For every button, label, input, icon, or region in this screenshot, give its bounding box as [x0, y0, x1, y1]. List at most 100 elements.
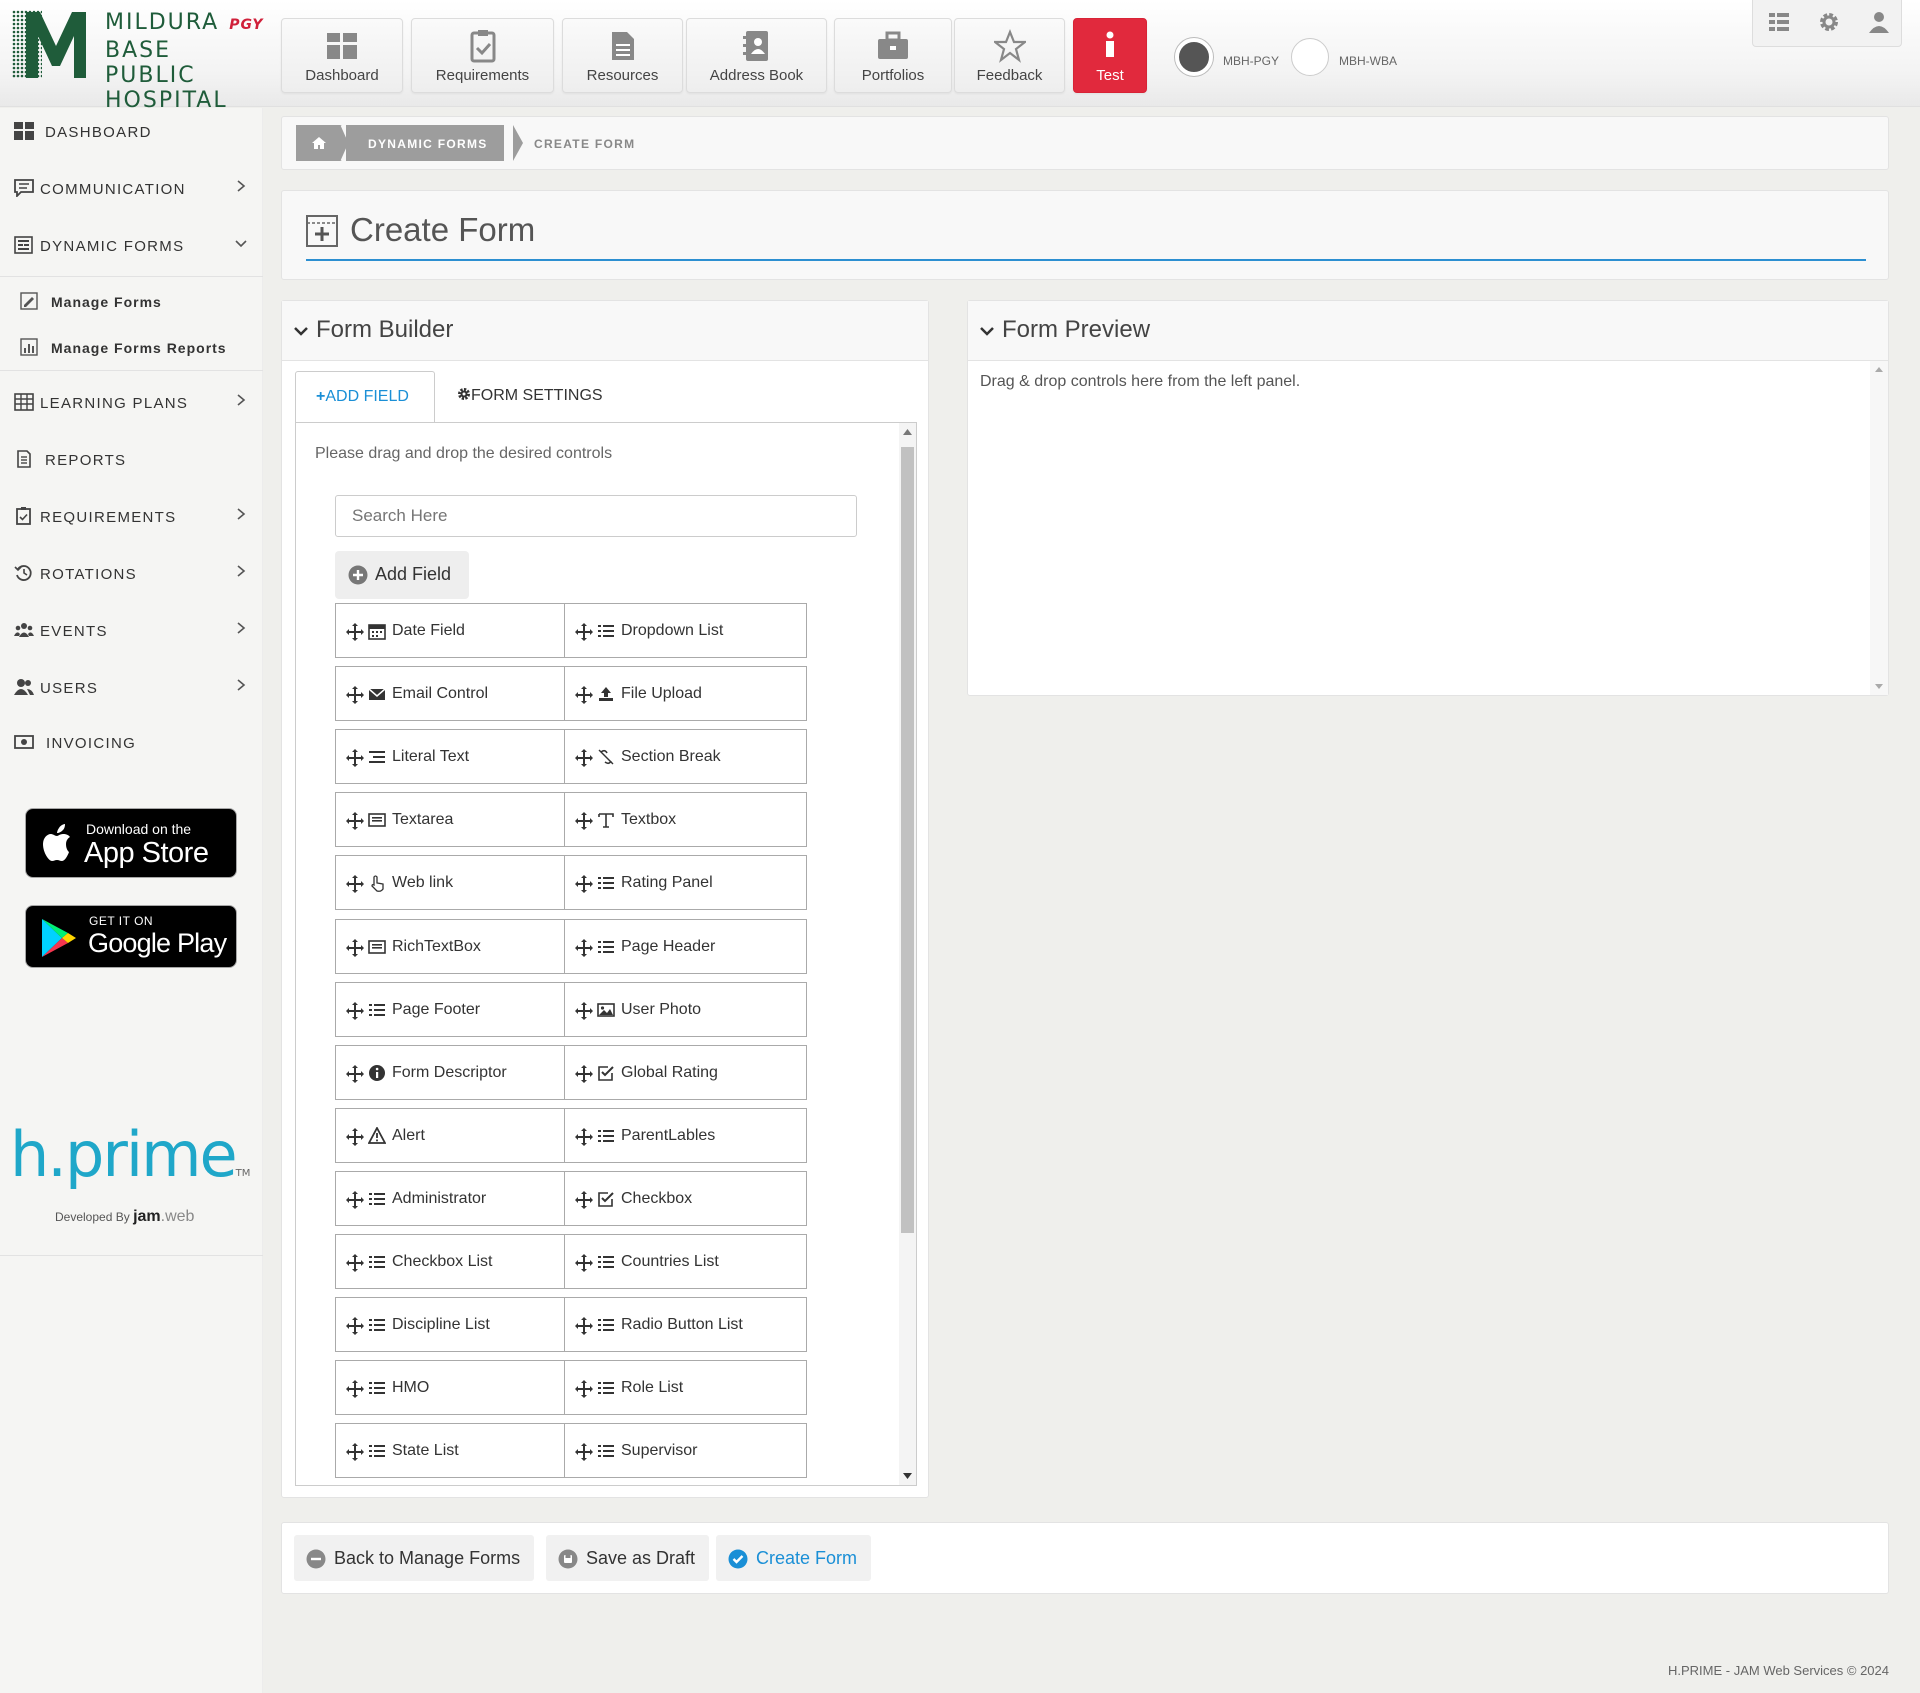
move-icon[interactable]: [574, 1064, 594, 1084]
control-page-header[interactable]: Page Header: [564, 919, 807, 974]
nav-feedback[interactable]: Feedback: [954, 18, 1065, 93]
breadcrumb-dynamic-forms[interactable]: DYNAMIC FORMS: [346, 125, 504, 161]
control-textbox[interactable]: Textbox: [564, 792, 807, 847]
control-search-input[interactable]: [335, 495, 857, 537]
control-global-rating[interactable]: Global Rating: [564, 1045, 807, 1100]
control-richtextbox[interactable]: RichTextBox: [335, 919, 578, 974]
instance-radio-mbh-pgy[interactable]: [1175, 38, 1213, 76]
control-radio-button-list[interactable]: Radio Button List: [564, 1297, 807, 1352]
control-rating-panel[interactable]: Rating Panel: [564, 855, 807, 910]
control-web-link[interactable]: Web link: [335, 855, 578, 910]
control-file-upload[interactable]: File Upload: [564, 666, 807, 721]
move-icon[interactable]: [345, 811, 365, 831]
control-textarea[interactable]: Textarea: [335, 792, 578, 847]
move-icon[interactable]: [574, 874, 594, 894]
save-as-draft-button[interactable]: Save as Draft: [546, 1535, 710, 1581]
move-icon[interactable]: [345, 1064, 365, 1084]
create-form-button[interactable]: Create Form: [716, 1535, 872, 1581]
control-checkbox-list[interactable]: Checkbox List: [335, 1234, 578, 1289]
nav-portfolios[interactable]: Portfolios: [834, 18, 952, 93]
move-icon[interactable]: [574, 1442, 594, 1462]
sidebar-item-requirements[interactable]: REQUIREMENTS: [0, 493, 263, 543]
move-icon[interactable]: [574, 938, 594, 958]
google-play-badge[interactable]: GET IT ON Google Play: [25, 905, 237, 968]
sidebar-item-invoicing[interactable]: INVOICING: [0, 719, 263, 769]
instance-radio-mbh-wba[interactable]: [1291, 38, 1329, 76]
move-icon[interactable]: [345, 1001, 365, 1021]
sidebar-subitem-manage-forms[interactable]: Manage Forms: [0, 280, 263, 324]
move-icon[interactable]: [574, 1127, 594, 1147]
control-administrator[interactable]: Administrator: [335, 1171, 578, 1226]
move-icon[interactable]: [574, 1190, 594, 1210]
control-checkbox[interactable]: Checkbox: [564, 1171, 807, 1226]
preview-drop-zone[interactable]: Drag & drop controls here from the left …: [980, 373, 1300, 391]
sidebar-item-dynamic-forms[interactable]: DYNAMIC FORMS: [0, 222, 263, 272]
form-builder-header[interactable]: Form Builder: [282, 301, 928, 361]
app-store-badge[interactable]: Download on the App Store: [25, 808, 237, 878]
control-role-list[interactable]: Role List: [564, 1360, 807, 1415]
move-icon[interactable]: [574, 1001, 594, 1021]
sidebar-item-learning-plans[interactable]: LEARNING PLANS: [0, 379, 263, 429]
move-icon[interactable]: [574, 1253, 594, 1273]
move-icon[interactable]: [574, 748, 594, 768]
move-icon[interactable]: [345, 1190, 365, 1210]
scrollbar-thumb[interactable]: [901, 447, 914, 1233]
control-user-photo[interactable]: User Photo: [564, 982, 807, 1037]
move-icon[interactable]: [574, 811, 594, 831]
move-icon[interactable]: [345, 1316, 365, 1336]
tab-add-field[interactable]: +ADD FIELD: [295, 371, 435, 423]
control-discipline-list[interactable]: Discipline List: [335, 1297, 578, 1352]
nav-dashboard[interactable]: Dashboard: [281, 18, 403, 93]
scroll-up-arrow[interactable]: [1875, 367, 1883, 372]
move-icon[interactable]: [574, 1316, 594, 1336]
move-icon[interactable]: [574, 1379, 594, 1399]
scroll-up-arrow[interactable]: [903, 429, 912, 435]
control-countries-list[interactable]: Countries List: [564, 1234, 807, 1289]
move-icon[interactable]: [574, 622, 594, 642]
tab-form-settings[interactable]: FORM SETTINGS: [457, 387, 603, 405]
sidebar-item-reports[interactable]: REPORTS: [0, 436, 263, 486]
user-icon[interactable]: [1867, 10, 1891, 34]
control-literal-text[interactable]: Literal Text: [335, 729, 578, 784]
scroll-down-arrow[interactable]: [1875, 684, 1883, 689]
list-layout-icon[interactable]: [1767, 10, 1791, 34]
sidebar-item-events[interactable]: EVENTS: [0, 607, 263, 657]
nav-requirements[interactable]: Requirements: [411, 18, 554, 93]
gear-icon[interactable]: [1817, 10, 1841, 34]
control-section-break[interactable]: Section Break: [564, 729, 807, 784]
control-supervisor[interactable]: Supervisor: [564, 1423, 807, 1478]
move-icon[interactable]: [574, 685, 594, 705]
breadcrumb-home[interactable]: [296, 125, 342, 161]
sidebar-item-users[interactable]: USERS: [0, 664, 263, 714]
control-alert[interactable]: Alert: [335, 1108, 578, 1163]
control-state-list[interactable]: State List: [335, 1423, 578, 1478]
move-icon[interactable]: [345, 1442, 365, 1462]
hospital-logo[interactable]: MILDURA PGY BASE PUBLIC HOSPITAL: [12, 10, 267, 113]
sidebar-item-communication[interactable]: COMMUNICATION: [0, 165, 263, 215]
control-page-footer[interactable]: Page Footer: [335, 982, 578, 1037]
move-icon[interactable]: [345, 1253, 365, 1273]
form-preview-header[interactable]: Form Preview: [968, 301, 1888, 361]
control-parentlables[interactable]: ParentLables: [564, 1108, 807, 1163]
scrollbar[interactable]: [899, 423, 916, 1485]
sidebar-item-dashboard[interactable]: DASHBOARD: [0, 108, 263, 158]
move-icon[interactable]: [345, 874, 365, 894]
scrollbar[interactable]: [1870, 361, 1888, 695]
move-icon[interactable]: [345, 685, 365, 705]
nav-address-book[interactable]: Address Book: [686, 18, 827, 93]
move-icon[interactable]: [345, 938, 365, 958]
control-form-descriptor[interactable]: Form Descriptor: [335, 1045, 578, 1100]
move-icon[interactable]: [345, 748, 365, 768]
add-field-button[interactable]: Add Field: [335, 551, 469, 599]
sidebar-item-rotations[interactable]: ROTATIONS: [0, 550, 263, 600]
nav-test[interactable]: Test: [1073, 18, 1147, 93]
control-dropdown-list[interactable]: Dropdown List: [564, 603, 807, 658]
sidebar-subitem-manage-forms-reports[interactable]: Manage Forms Reports: [0, 326, 263, 370]
control-email-control[interactable]: Email Control: [335, 666, 578, 721]
nav-resources[interactable]: Resources: [562, 18, 683, 93]
move-icon[interactable]: [345, 622, 365, 642]
back-to-manage-forms-button[interactable]: Back to Manage Forms: [294, 1535, 535, 1581]
move-icon[interactable]: [345, 1379, 365, 1399]
move-icon[interactable]: [345, 1127, 365, 1147]
control-date-field[interactable]: Date Field: [335, 603, 578, 658]
